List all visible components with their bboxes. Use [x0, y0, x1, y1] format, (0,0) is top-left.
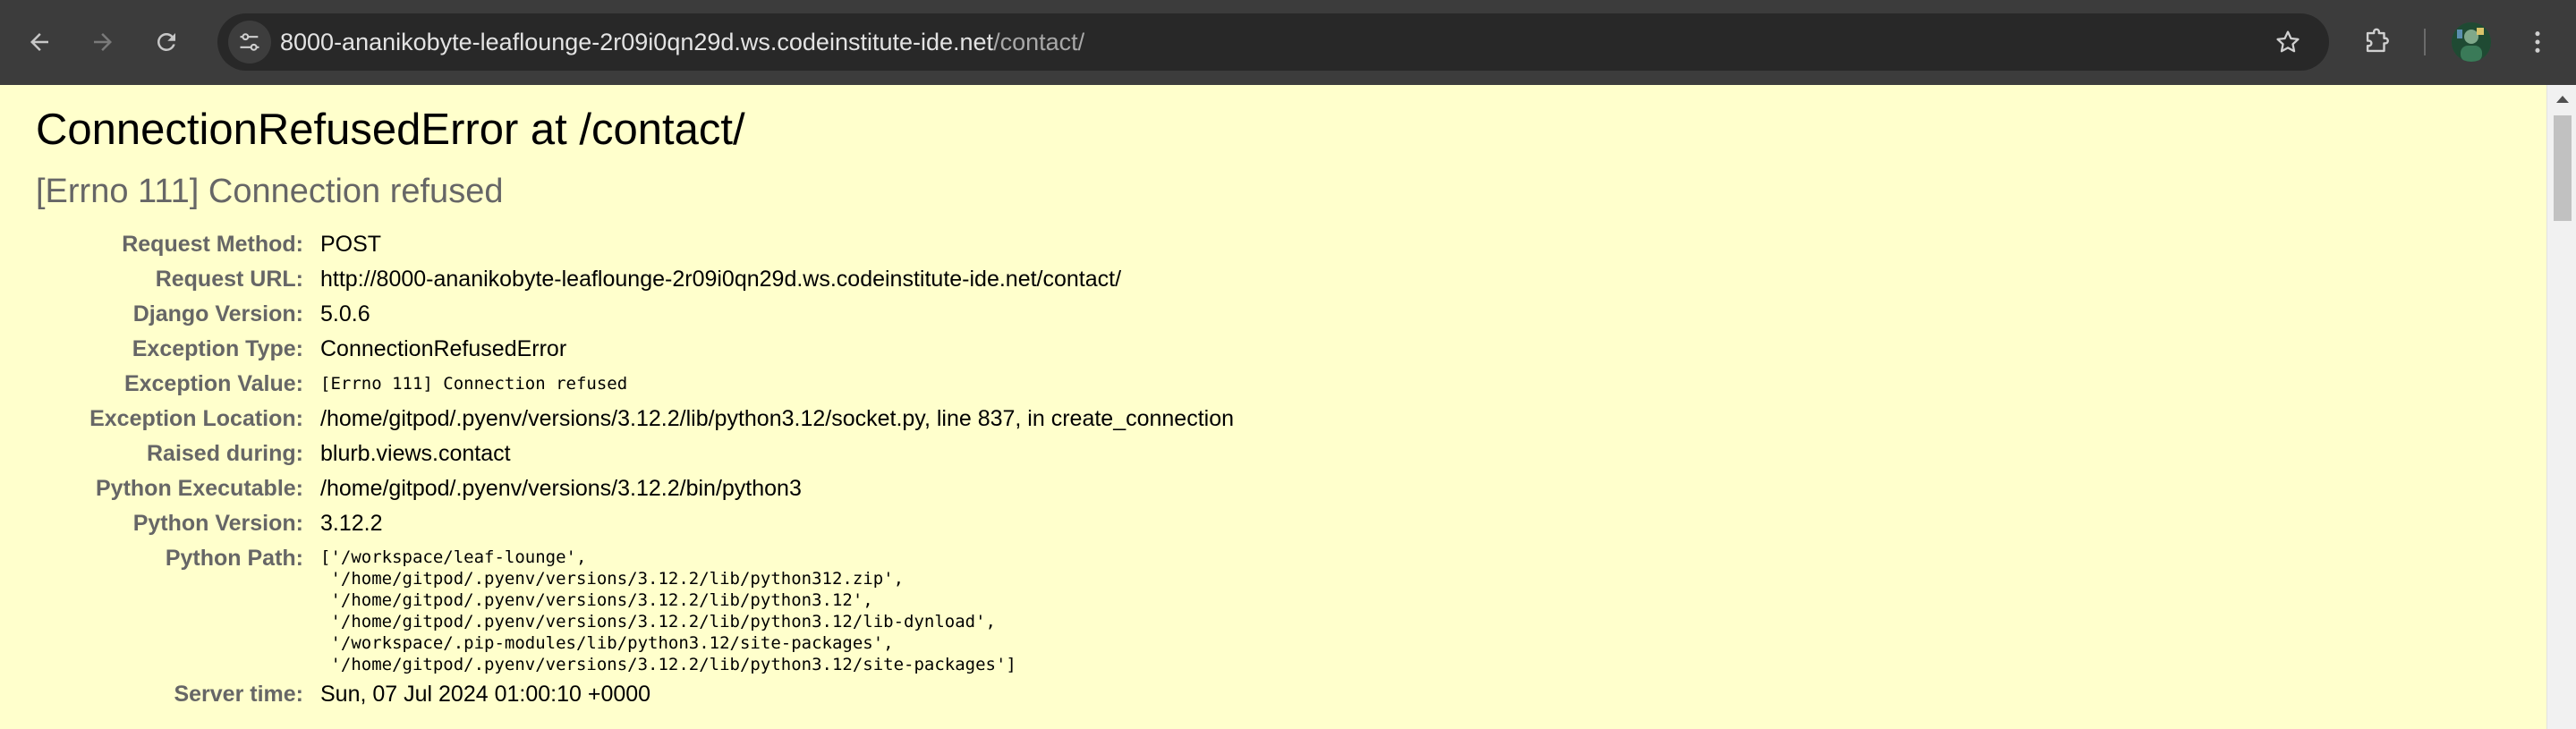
extensions-button[interactable] — [2355, 21, 2398, 64]
detail-label: Python Executable: — [96, 476, 303, 501]
bookmark-button[interactable] — [2266, 21, 2309, 64]
address-bar[interactable]: 8000-ananikobyte-leaflounge-2r09i0qn29d.… — [217, 13, 2329, 71]
vertical-scrollbar[interactable] — [2546, 85, 2576, 729]
tune-icon — [240, 33, 259, 51]
detail-label: Python Version: — [132, 511, 303, 536]
scroll-up-arrow-icon[interactable] — [2556, 96, 2569, 103]
detail-value: /home/gitpod/.pyenv/versions/3.12.2/lib/… — [320, 406, 1235, 431]
table-row: Exception Type: ConnectionRefusedError — [36, 335, 1234, 370]
reload-icon — [157, 32, 175, 51]
detail-label: Request URL: — [155, 267, 303, 292]
table-row: Python Executable: /home/gitpod/.pyenv/v… — [36, 475, 1234, 510]
profile-avatar[interactable] — [2452, 22, 2491, 62]
detail-value: http://8000-ananikobyte-leaflounge-2r09i… — [320, 267, 1122, 292]
url-path: /contact/ — [993, 29, 1085, 55]
table-row: Exception Location: /home/gitpod/.pyenv/… — [36, 405, 1234, 440]
arrow-left-icon — [30, 33, 48, 51]
request-info-table: Request Method: POST Request URL: http:/… — [36, 231, 1234, 716]
detail-value: 3.12.2 — [320, 511, 383, 536]
python-path-value: ['/workspace/leaf-lounge', '/home/gitpod… — [320, 547, 1016, 674]
detail-value: ConnectionRefusedError — [320, 336, 567, 361]
detail-label: Exception Location: — [89, 406, 303, 431]
scrollbar-thumb[interactable] — [2554, 115, 2572, 221]
forward-button[interactable] — [81, 21, 124, 64]
detail-label: Django Version: — [132, 301, 303, 326]
table-row: Request URL: http://8000-ananikobyte-lea… — [36, 266, 1234, 301]
exception-value: [Errno 111] Connection refused — [320, 374, 628, 394]
table-row: Raised during: blurb.views.contact — [36, 440, 1234, 475]
back-button[interactable] — [18, 21, 61, 64]
table-row: Exception Value: [Errno 111] Connection … — [36, 370, 1234, 405]
table-row: Python Version: 3.12.2 — [36, 510, 1234, 545]
arrow-right-icon — [94, 33, 112, 51]
table-row: Request Method: POST — [36, 231, 1234, 266]
puzzle-icon — [2366, 28, 2389, 53]
kebab-menu-icon — [2535, 31, 2540, 53]
detail-label: Exception Value: — [123, 371, 303, 396]
toolbar-divider — [2424, 29, 2426, 55]
detail-label: Raised during: — [146, 441, 303, 466]
detail-value: /home/gitpod/.pyenv/versions/3.12.2/bin/… — [320, 476, 802, 501]
detail-value: 5.0.6 — [320, 301, 370, 326]
url-host: 8000-ananikobyte-leaflounge-2r09i0qn29d.… — [280, 29, 994, 55]
site-info-button[interactable] — [228, 21, 271, 64]
page-title: ConnectionRefusedError at /contact/ — [36, 106, 745, 154]
table-row: Django Version: 5.0.6 — [36, 301, 1234, 335]
star-icon — [2276, 30, 2300, 53]
error-page: ConnectionRefusedError at /contact/ [Err… — [0, 85, 2546, 729]
error-subtitle: [Errno 111] Connection refused — [36, 173, 504, 210]
detail-label: Python Path: — [165, 546, 303, 571]
detail-value: Sun, 07 Jul 2024 01:00:10 +0000 — [320, 682, 651, 707]
table-row: Python Path: ['/workspace/leaf-lounge', … — [36, 545, 1234, 681]
browser-toolbar: 8000-ananikobyte-leaflounge-2r09i0qn29d.… — [0, 0, 2576, 85]
table-row: Server time: Sun, 07 Jul 2024 01:00:10 +… — [36, 681, 1234, 716]
detail-label: Exception Type: — [132, 336, 303, 361]
detail-value: POST — [320, 232, 382, 257]
url-text[interactable]: 8000-ananikobyte-leaflounge-2r09i0qn29d.… — [280, 13, 1084, 71]
detail-label: Request Method: — [122, 232, 303, 257]
detail-label: Server time: — [174, 682, 303, 707]
python-path-cell: ['/workspace/leaf-lounge', '/home/gitpod… — [320, 545, 1234, 681]
avatar-image-icon — [2452, 22, 2491, 62]
browser-menu-button[interactable] — [2516, 21, 2559, 64]
reload-button[interactable] — [145, 21, 188, 64]
detail-value: blurb.views.contact — [320, 441, 511, 466]
